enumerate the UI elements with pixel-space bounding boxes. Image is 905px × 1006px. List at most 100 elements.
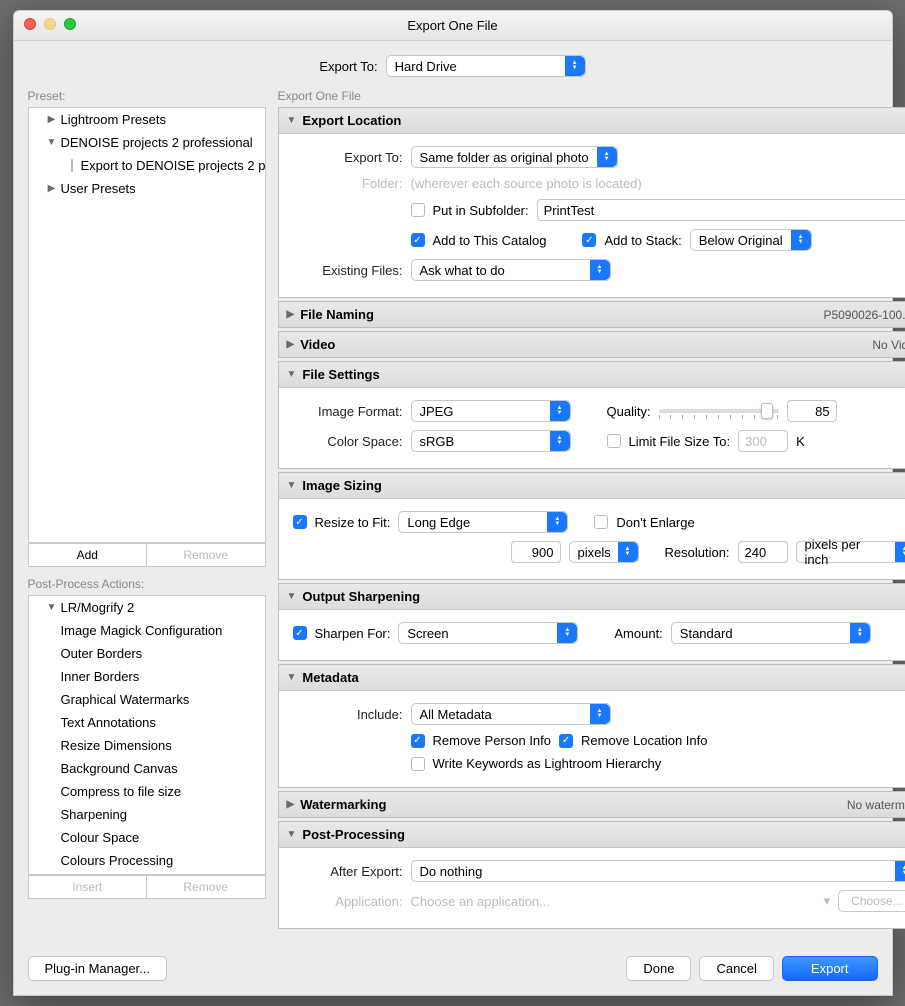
quality-input[interactable] xyxy=(787,400,837,422)
sharpen-checkbox[interactable] xyxy=(293,626,307,640)
label: Application: xyxy=(293,894,403,909)
section-header[interactable]: ▶ Watermarking No watermark xyxy=(279,792,905,817)
done-button[interactable]: Done xyxy=(626,956,691,981)
export-location-select[interactable]: Same folder as original photo xyxy=(411,146,618,168)
subfolder-input[interactable] xyxy=(537,199,905,221)
disclosure-right-icon: ▶ xyxy=(287,799,295,810)
add-stack-checkbox[interactable] xyxy=(582,233,596,247)
label: Existing Files: xyxy=(293,263,403,278)
section-header[interactable]: ▼ Export Location xyxy=(279,108,905,134)
image-format-select[interactable]: JPEG xyxy=(411,400,571,422)
post-action-item[interactable]: Resize Dimensions xyxy=(29,734,265,757)
section-image-sizing: ▼ Image Sizing Resize to Fit: Long Edge … xyxy=(278,472,905,580)
post-action-item[interactable]: Compress to file size xyxy=(29,780,265,803)
color-space-select[interactable]: sRGB xyxy=(411,430,571,452)
traffic-lights xyxy=(24,18,76,30)
dropdown-icon: ▾ xyxy=(824,893,831,909)
add-preset-button[interactable]: Add xyxy=(28,543,147,567)
amount-select[interactable]: Standard xyxy=(671,622,871,644)
section-metadata: ▼ Metadata Include: All Metadata Remove … xyxy=(278,664,905,788)
window-title: Export One File xyxy=(407,18,497,33)
quality-slider[interactable] xyxy=(659,409,779,413)
folder-hint: (wherever each source photo is located) xyxy=(411,176,642,191)
remove-action-button[interactable]: Remove xyxy=(146,875,266,899)
add-stack-label: Add to Stack: xyxy=(604,233,681,248)
disclosure-down-icon: ▼ xyxy=(287,829,297,840)
export-to-select[interactable]: Hard Drive xyxy=(386,55,586,77)
post-action-group[interactable]: ▼ LR/Mogrify 2 xyxy=(29,596,265,619)
stack-select[interactable]: Below Original xyxy=(690,229,812,251)
section-header[interactable]: ▶ File Naming P5090026-100.jpg xyxy=(279,302,905,327)
preset-subitem[interactable]: Export to DENOISE projects 2 professiona… xyxy=(29,154,265,177)
dimension-input[interactable] xyxy=(511,541,561,563)
remove-person-checkbox[interactable] xyxy=(411,734,425,748)
section-header[interactable]: ▶ Video No Video xyxy=(279,332,905,357)
limit-size-checkbox[interactable] xyxy=(607,434,621,448)
zoom-window-button[interactable] xyxy=(64,18,76,30)
export-to-label: Export To: xyxy=(319,59,377,74)
resolution-input[interactable] xyxy=(738,541,788,563)
insert-action-button[interactable]: Insert xyxy=(28,875,147,899)
after-export-select[interactable]: Do nothing xyxy=(411,860,905,882)
section-header[interactable]: ▼ File Settings xyxy=(279,362,905,388)
resize-checkbox[interactable] xyxy=(293,515,307,529)
section-export-location: ▼ Export Location Export To: Same folder… xyxy=(278,107,905,298)
resolution-unit-select[interactable]: pixels per inch xyxy=(796,541,905,563)
section-header[interactable]: ▼ Output Sharpening xyxy=(279,584,905,610)
post-action-item[interactable]: Outer Borders xyxy=(29,642,265,665)
section-video: ▶ Video No Video xyxy=(278,331,905,358)
watermarking-value: No watermark xyxy=(847,798,905,812)
metadata-include-select[interactable]: All Metadata xyxy=(411,703,611,725)
label: Image Format: xyxy=(293,404,403,419)
subfolder-checkbox[interactable] xyxy=(411,203,425,217)
plugin-manager-button[interactable]: Plug-in Manager... xyxy=(28,956,168,981)
sharpen-for-select[interactable]: Screen xyxy=(398,622,578,644)
choose-application-button[interactable]: Choose... xyxy=(838,890,905,912)
label: Color Space: xyxy=(293,434,403,449)
disclosure-down-icon: ▼ xyxy=(47,137,57,148)
post-action-item[interactable]: Text Annotations xyxy=(29,711,265,734)
post-action-item[interactable]: Inner Borders xyxy=(29,665,265,688)
disclosure-down-icon: ▼ xyxy=(287,115,297,126)
preset-list[interactable]: ▶ Lightroom Presets ▼ DENOISE projects 2… xyxy=(28,107,266,543)
disclosure-right-icon: ▶ xyxy=(287,339,295,350)
post-action-item[interactable]: Image Magick Configuration xyxy=(29,619,265,642)
post-action-item[interactable]: Graphical Watermarks xyxy=(29,688,265,711)
section-header[interactable]: ▼ Metadata xyxy=(279,665,905,691)
export-button[interactable]: Export xyxy=(782,956,878,981)
section-file-naming: ▶ File Naming P5090026-100.jpg xyxy=(278,301,905,328)
post-action-item[interactable]: Colours Processing xyxy=(29,849,265,872)
preset-item[interactable]: ▼ DENOISE projects 2 professional xyxy=(29,131,265,154)
post-action-item[interactable]: Sharpening xyxy=(29,803,265,826)
dimension-unit-select[interactable]: pixels xyxy=(569,541,639,563)
limit-size-input[interactable] xyxy=(738,430,788,452)
add-catalog-checkbox[interactable] xyxy=(411,233,425,247)
close-window-button[interactable] xyxy=(24,18,36,30)
preset-checkbox[interactable] xyxy=(71,159,73,172)
keywords-checkbox[interactable] xyxy=(411,757,425,771)
dont-enlarge-checkbox[interactable] xyxy=(594,515,608,529)
right-header: Export One File xyxy=(278,89,905,103)
existing-files-select[interactable]: Ask what to do xyxy=(411,259,611,281)
remove-location-checkbox[interactable] xyxy=(559,734,573,748)
post-actions-list[interactable]: ▼ LR/Mogrify 2 Image Magick Configuratio… xyxy=(28,595,266,875)
section-header[interactable]: ▼ Image Sizing xyxy=(279,473,905,499)
post-actions-header: Post-Process Actions: xyxy=(28,577,266,591)
remove-preset-button[interactable]: Remove xyxy=(146,543,266,567)
post-action-item[interactable]: Background Canvas xyxy=(29,757,265,780)
preset-item[interactable]: ▶ User Presets xyxy=(29,177,265,200)
disclosure-down-icon: ▼ xyxy=(47,602,57,613)
cancel-button[interactable]: Cancel xyxy=(699,956,773,981)
minimize-window-button[interactable] xyxy=(44,18,56,30)
resize-label: Resize to Fit: xyxy=(315,515,391,530)
label: After Export: xyxy=(293,864,403,879)
file-naming-value: P5090026-100.jpg xyxy=(823,308,905,322)
section-header[interactable]: ▼ Post-Processing xyxy=(279,822,905,848)
resize-select[interactable]: Long Edge xyxy=(398,511,568,533)
preset-item[interactable]: ▶ Lightroom Presets xyxy=(29,108,265,131)
disclosure-down-icon: ▼ xyxy=(287,480,297,491)
export-dialog: Export One File Export To: Hard Drive Pr… xyxy=(13,10,893,996)
amount-label: Amount: xyxy=(614,626,662,641)
disclosure-down-icon: ▼ xyxy=(287,591,297,602)
post-action-item[interactable]: Colour Space xyxy=(29,826,265,849)
